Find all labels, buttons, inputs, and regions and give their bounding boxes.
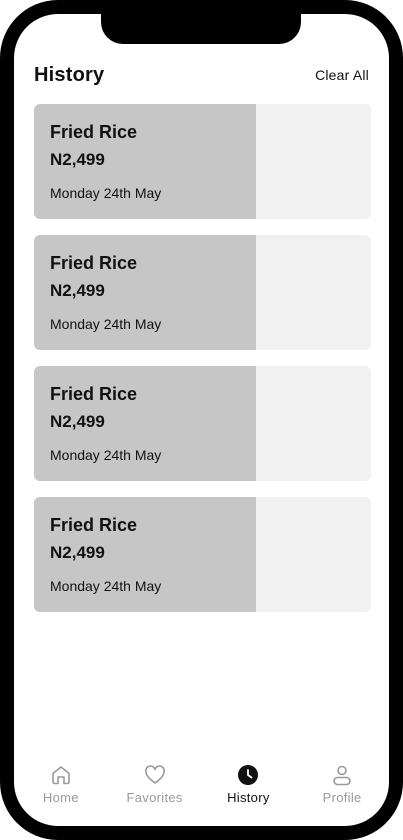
item-price: N2,499 (50, 543, 105, 562)
item-date: Monday 24th May (50, 578, 162, 594)
item-price: N2,499 (50, 412, 105, 431)
tab-profile[interactable]: Profile (295, 762, 389, 822)
item-name: Fried Rice (50, 384, 138, 404)
clock-icon (235, 762, 261, 788)
history-card[interactable]: Fried Rice N2,499 Monday 24th May (34, 104, 371, 219)
notch (101, 14, 301, 44)
history-card[interactable]: Fried Rice N2,499 Monday 24th May (34, 497, 371, 612)
tab-label: Profile (322, 790, 362, 805)
tab-bar: Home Favorites History Profile (14, 762, 389, 822)
history-card[interactable]: Fried Rice N2,499 Monday 24th May (34, 235, 371, 350)
tab-label: Favorites (126, 790, 183, 805)
item-price: N2,499 (50, 150, 105, 169)
screen: History Clear All Fried Rice N2,499 Mond… (14, 14, 389, 826)
item-price: N2,499 (50, 281, 105, 300)
home-icon (48, 762, 74, 788)
item-date: Monday 24th May (50, 316, 162, 332)
page-title: History (34, 63, 105, 86)
item-date: Monday 24th May (50, 185, 162, 201)
tab-label: Home (42, 790, 79, 805)
header: History Clear All (34, 62, 369, 88)
history-list: Fried Rice N2,499 Monday 24th May Fried … (34, 104, 371, 628)
phone-frame: History Clear All Fried Rice N2,499 Mond… (0, 0, 403, 840)
history-card[interactable]: Fried Rice N2,499 Monday 24th May (34, 366, 371, 481)
user-icon (329, 762, 355, 788)
heart-icon (142, 762, 168, 788)
tab-home[interactable]: Home (14, 762, 108, 822)
item-name: Fried Rice (50, 122, 138, 142)
tab-label: History (227, 790, 270, 805)
item-name: Fried Rice (50, 515, 138, 535)
tab-favorites[interactable]: Favorites (108, 762, 202, 822)
clear-all-button[interactable]: Clear All (315, 67, 369, 83)
tab-history[interactable]: History (202, 762, 296, 822)
item-date: Monday 24th May (50, 447, 162, 463)
item-name: Fried Rice (50, 253, 138, 273)
